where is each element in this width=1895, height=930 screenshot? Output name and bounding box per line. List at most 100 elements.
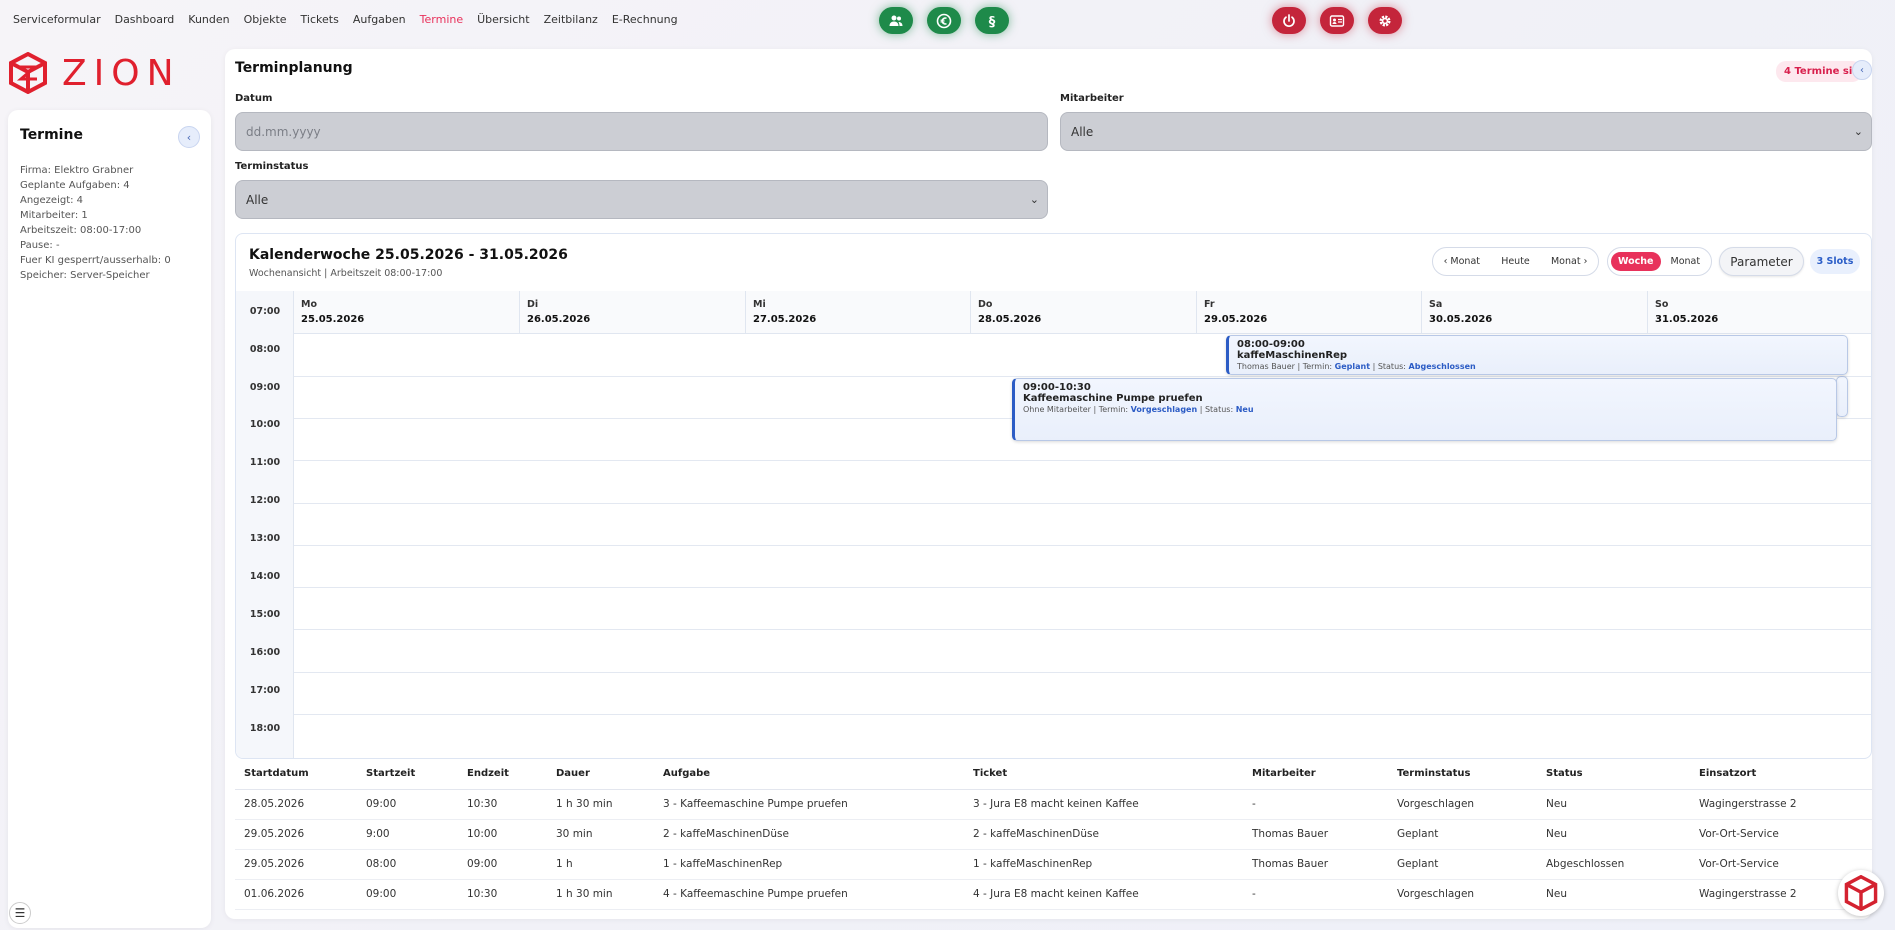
hamburger-icon: ☰ [14, 906, 26, 920]
cell: 1 - kaffeMaschinenRep [654, 849, 964, 880]
event-card[interactable]: 09:00-10:30 Kaffeemaschine Pumpe pruefen… [1012, 378, 1837, 441]
cell: 2 - kaffeMaschinenDüse [964, 819, 1243, 850]
menu-toggle-button[interactable]: ☰ [9, 902, 31, 924]
appointments-table-wrap: Startdatum Startzeit Endzeit Dauer Aufga… [235, 759, 1872, 910]
users-button[interactable] [879, 7, 913, 34]
datum-input[interactable]: dd.mm.yyyy [235, 112, 1048, 151]
month-view-button[interactable]: Monat [1667, 252, 1705, 271]
cell: 1 h 30 min [547, 789, 654, 820]
logout-button[interactable] [1272, 7, 1306, 34]
hour-label: 10:00 [249, 419, 281, 430]
day-date: 31.05.2026 [1655, 314, 1719, 325]
day-header-fr: Fr 29.05.2026 [1197, 291, 1422, 334]
logo-text: ZION [62, 52, 181, 94]
event-meta: Thomas Bauer | Termin: Geplant | Status:… [1237, 362, 1476, 371]
view-toggle: Woche Monat [1607, 247, 1712, 276]
day-header-so: So 31.05.2026 [1648, 291, 1871, 334]
nav-uebersicht[interactable]: Übersicht [477, 13, 529, 26]
day-name: Fr [1204, 299, 1215, 310]
table-row[interactable]: 29.05.2026 9:00 10:00 30 min 2 - kaffeMa… [235, 819, 1872, 850]
nav-tickets[interactable]: Tickets [301, 13, 339, 26]
terminstatus-select[interactable]: Alle ⌄ [235, 180, 1048, 219]
cell: 4 - Kaffeemaschine Pumpe pruefen [654, 879, 964, 910]
legal-button[interactable]: § [975, 7, 1009, 34]
settings-button[interactable] [1368, 7, 1402, 34]
badge-collapse-button[interactable]: ‹ [1852, 60, 1872, 80]
parameter-button[interactable]: Parameter [1719, 247, 1804, 276]
day-name: Mi [753, 299, 766, 310]
sidebar-info: Firma: Elektro Grabner Geplante Aufgaben… [20, 163, 199, 283]
nav-e-rechnung[interactable]: E-Rechnung [612, 13, 678, 26]
day-header-sa: Sa 30.05.2026 [1422, 291, 1648, 334]
mitarbeiter-select[interactable]: Alle ⌄ [1060, 112, 1872, 151]
col-terminstatus: Terminstatus [1388, 759, 1537, 790]
zion-cube-icon [1844, 875, 1878, 911]
nav-objekte[interactable]: Objekte [244, 13, 287, 26]
logo[interactable]: ZION [8, 52, 181, 94]
event-title: kaffeMaschinenRep [1237, 350, 1348, 361]
cell: 10:00 [458, 819, 547, 850]
nav-termine[interactable]: Termine [420, 13, 463, 26]
cell: Wagingerstrasse 2 [1690, 789, 1872, 820]
day-name: Di [527, 299, 539, 310]
nav-kunden[interactable]: Kunden [188, 13, 229, 26]
chevron-down-icon: ⌄ [1853, 125, 1863, 138]
event-title: Kaffeemaschine Pumpe pruefen [1023, 393, 1203, 404]
power-icon [1283, 13, 1295, 27]
slots-badge: 3 Slots [1810, 249, 1860, 274]
main-card: Terminplanung 4 Termine sichtbar ‹ Datum… [225, 49, 1872, 919]
col-endzeit: Endzeit [458, 759, 547, 790]
zion-cube-icon [9, 52, 47, 94]
event-card[interactable]: 08:00-09:00 kaffeMaschinenRep Thomas Bau… [1226, 335, 1848, 375]
cell: 1 h [547, 849, 654, 880]
users-icon [889, 15, 903, 26]
table-header-row: Startdatum Startzeit Endzeit Dauer Aufga… [235, 759, 1872, 790]
sidebar-collapse-button[interactable]: ‹ [178, 126, 200, 148]
assistant-button[interactable] [1838, 870, 1884, 916]
col-dauer: Dauer [547, 759, 654, 790]
col-startzeit: Startzeit [357, 759, 458, 790]
day-date: 26.05.2026 [527, 314, 591, 325]
week-view-button[interactable]: Woche [1611, 252, 1661, 271]
nav-serviceformular[interactable]: Serviceformular [13, 13, 101, 26]
nav-dashboard[interactable]: Dashboard [115, 13, 175, 26]
cell: Vorgeschlagen [1388, 789, 1537, 820]
profile-button[interactable] [1320, 7, 1354, 34]
finance-button[interactable] [927, 7, 961, 34]
hour-label: 15:00 [249, 609, 281, 620]
sidebar-title: Termine [20, 127, 83, 143]
gear-icon [1379, 14, 1391, 27]
cell: Abgeschlossen [1537, 849, 1690, 880]
cell: 08:00 [357, 849, 458, 880]
nav-aufgaben[interactable]: Aufgaben [353, 13, 406, 26]
info-mitarbeiter: Mitarbeiter: 1 [20, 210, 88, 221]
mitarbeiter-label: Mitarbeiter [1060, 93, 1124, 104]
nav-zeitbilanz[interactable]: Zeitbilanz [544, 13, 598, 26]
cell: Thomas Bauer [1243, 849, 1388, 880]
hour-label: 17:00 [249, 685, 281, 696]
cell: Vorgeschlagen [1388, 879, 1537, 910]
prev-month-button[interactable]: ‹ Monat [1444, 256, 1480, 267]
time-column: 07:00 08:00 09:00 10:00 11:00 12:00 13:0… [236, 291, 294, 758]
today-button[interactable]: Heute [1501, 256, 1530, 267]
table-row[interactable]: 28.05.2026 09:00 10:30 1 h 30 min 3 - Ka… [235, 789, 1872, 820]
datum-placeholder: dd.mm.yyyy [246, 124, 321, 139]
calendar-header: Kalenderwoche 25.05.2026 - 31.05.2026 Wo… [236, 234, 1871, 290]
mitarbeiter-value: Alle [1071, 124, 1094, 139]
page-title: Terminplanung [235, 60, 353, 76]
chevron-down-icon: ⌄ [1029, 193, 1039, 206]
cell: 10:30 [458, 789, 547, 820]
cell: 2 - kaffeMaschinenDüse [654, 819, 964, 850]
day-header-mo: Mo 25.05.2026 [294, 291, 520, 334]
day-header-do: Do 28.05.2026 [971, 291, 1197, 334]
cell: 4 - Jura E8 macht keinen Kaffee [964, 879, 1243, 910]
day-date: 25.05.2026 [301, 314, 365, 325]
table-row[interactable]: 29.05.2026 08:00 09:00 1 h 1 - kaffeMasc… [235, 849, 1872, 880]
next-month-button[interactable]: Monat › [1551, 256, 1587, 267]
col-status: Status [1537, 759, 1690, 790]
cell: 28.05.2026 [235, 789, 357, 820]
paragraph-icon: § [989, 15, 996, 29]
table-row[interactable]: 01.06.2026 09:00 10:30 1 h 30 min 4 - Ka… [235, 879, 1872, 910]
cell: Neu [1537, 879, 1690, 910]
cell: 10:30 [458, 879, 547, 910]
